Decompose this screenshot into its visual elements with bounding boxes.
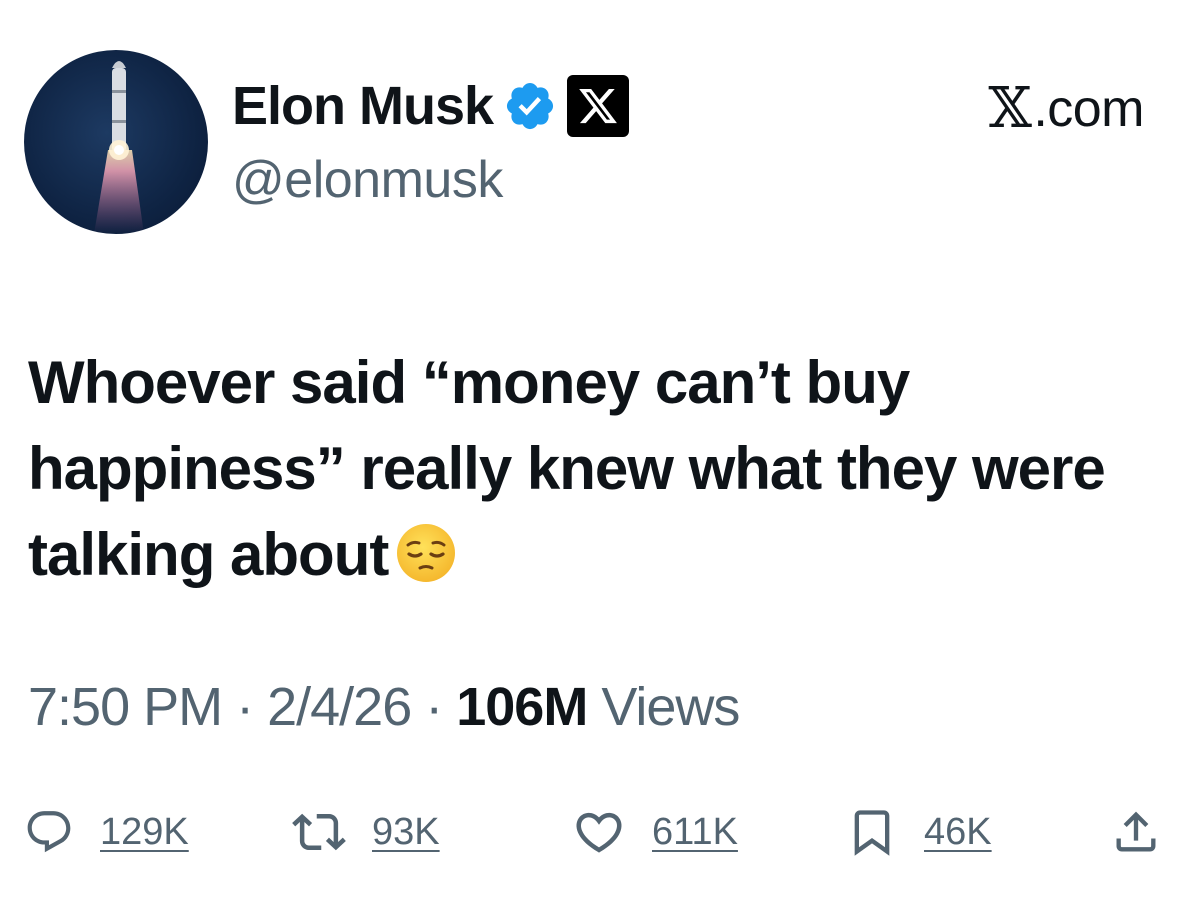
site-label: 𝕏 .com [988,76,1144,141]
reply-icon [27,811,71,853]
views-group[interactable]: 106M Views [456,676,740,738]
site-domain-text: .com [1033,79,1144,138]
meta-separator: · [236,677,254,737]
share-button[interactable] [1110,800,1162,864]
reply-count: 129K [100,810,189,853]
tweet-action-bar: 129K 93K 611K 46K [24,800,1174,864]
tweet-time[interactable]: 7:50 PM [28,676,223,738]
repost-button[interactable]: 93K [292,800,440,864]
like-button[interactable]: 611K [572,800,738,864]
bookmark-button[interactable]: 46K [846,800,992,864]
author-name-row: Elon Musk [232,74,630,138]
bookmark-icon [854,810,890,856]
reply-button[interactable]: 129K [24,800,189,864]
tweet-date[interactable]: 2/4/26 [267,676,412,738]
x-logo-icon[interactable] [567,75,630,137]
repost-count: 93K [372,810,440,853]
bookmark-count: 46K [924,810,992,853]
meta-separator: · [425,677,443,737]
verified-badge-icon[interactable] [503,79,557,133]
site-x-logo: 𝕏 [988,76,1032,141]
heart-icon [576,812,622,853]
views-label: Views [601,677,740,737]
repost-icon [292,813,346,851]
tweet-text-content: Whoever said “money can’t buy happiness”… [28,349,1106,588]
pensive-face-icon [394,521,458,585]
tweet-card: Elon Musk @elonmusk 𝕏 .com Whoever said … [0,0,1200,919]
author-handle[interactable]: @elonmusk [232,150,503,210]
share-icon [1116,811,1156,852]
like-count: 611K [652,810,738,853]
avatar[interactable] [24,50,208,234]
author-display-name[interactable]: Elon Musk [232,75,494,137]
rocket-launch-image [94,61,144,234]
tweet-meta: 7:50 PM · 2/4/26 · 106M Views [28,676,740,738]
tweet-text: Whoever said “money can’t buy happiness”… [28,340,1168,598]
views-count: 106M [456,677,588,737]
